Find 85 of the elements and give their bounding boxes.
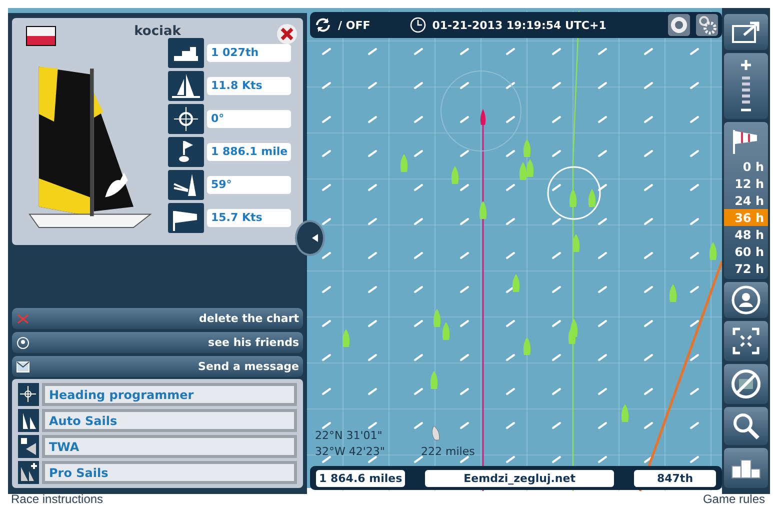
sailboat-icon[interactable]	[342, 329, 350, 347]
latitude-label: 22°N 31'01"	[315, 429, 382, 442]
friends-button[interactable]	[724, 282, 768, 318]
option-button[interactable]: Pro Sails	[42, 461, 297, 484]
flag-icon	[26, 26, 56, 46]
stat-value: 15.7 Kts	[207, 209, 291, 227]
friends-icon	[731, 285, 761, 315]
close-button[interactable]	[277, 24, 297, 44]
sailboat-icon[interactable]	[512, 274, 520, 292]
sailboat-icon[interactable]	[430, 371, 438, 389]
wind-angle-icon	[168, 170, 204, 200]
envelope-icon	[16, 360, 30, 372]
speed-icon	[168, 71, 204, 101]
rank-value: 847th	[634, 470, 716, 486]
sailboat-icon[interactable]	[572, 234, 580, 252]
forecast-time[interactable]: 60 h	[724, 243, 768, 260]
sync-icon[interactable]	[314, 16, 332, 34]
rank-icon	[168, 38, 204, 68]
clock-icon	[410, 17, 426, 33]
people-icon	[16, 336, 30, 348]
stat-value: 11.8 Kts	[207, 77, 291, 95]
sailboat-icon[interactable]	[433, 309, 441, 327]
sailboat-icon[interactable]	[669, 284, 677, 302]
expand-button[interactable]	[724, 14, 768, 50]
podium-button[interactable]	[724, 448, 768, 488]
sailboat-icon[interactable]	[432, 426, 440, 440]
option-button[interactable]: Auto Sails	[42, 409, 297, 432]
zoom-icon	[739, 58, 753, 114]
sailboat-icon[interactable]	[442, 322, 450, 340]
sails-icon	[18, 409, 39, 432]
sails-plus-icon	[18, 461, 39, 484]
stat-value: 0°	[207, 110, 291, 128]
forecast-time[interactable]: 48 h	[724, 226, 768, 243]
forecast-time[interactable]: 72 h	[724, 260, 768, 277]
forecast-time[interactable]: 12 h	[724, 175, 768, 192]
sailboat-icon[interactable]	[568, 326, 576, 344]
sailboat-icon[interactable]	[451, 166, 459, 184]
sailboat-icon[interactable]	[523, 337, 531, 355]
chart-map-drawing[interactable]	[307, 8, 722, 494]
fullscreen-icon	[731, 326, 761, 356]
sailboat-icon[interactable]	[519, 162, 527, 180]
no-message-icon	[730, 368, 762, 400]
forecast-time[interactable]: 0 h	[724, 158, 768, 175]
friends-button[interactable]: see his friends	[12, 332, 303, 353]
expand-icon	[732, 21, 760, 43]
sailboat-icon[interactable]	[523, 139, 531, 157]
total-distance: 1 864.6 miles	[316, 470, 406, 486]
settings-icon[interactable]	[696, 14, 718, 36]
race-instructions-link[interactable]: Race instructions	[11, 492, 104, 506]
distance-label: 222 miles	[421, 445, 475, 458]
sailboat-icon[interactable]	[621, 404, 629, 422]
option-button[interactable]: TWA	[42, 435, 297, 458]
sailboat-icon[interactable]	[588, 189, 596, 207]
search-icon	[731, 411, 761, 441]
game-rules-link[interactable]: Game rules	[702, 492, 765, 506]
sailboat-icon[interactable]	[526, 159, 534, 177]
boat-name: kociak	[134, 24, 181, 39]
sailboat-icon[interactable]	[569, 189, 577, 207]
stat-value: 59°	[207, 176, 291, 194]
fullscreen-button[interactable]	[724, 321, 768, 361]
message-button[interactable]: Send a message	[12, 356, 303, 377]
sailboat-icon[interactable]	[709, 242, 717, 260]
lock-sail-icon	[18, 435, 39, 458]
sailboat-icon[interactable]	[400, 154, 408, 172]
crosshair-icon	[18, 383, 39, 406]
date-time: 01-21-2013 19:19:54 UTC+1	[432, 18, 606, 32]
longitude-label: 32°W 42'23"	[315, 445, 385, 458]
wind-speed-icon	[168, 203, 204, 233]
lifebuoy-icon[interactable]	[668, 14, 690, 36]
distance-icon	[168, 137, 204, 167]
sailboat-icon[interactable]	[479, 201, 487, 219]
stat-value: 1 886.1 mile	[207, 143, 291, 161]
heading-icon	[168, 104, 204, 134]
no-message-button[interactable]	[724, 364, 768, 404]
sailboat-icon[interactable]	[480, 109, 486, 125]
left-arrow-icon	[310, 232, 320, 242]
stat-value: 1 027th	[207, 44, 291, 62]
delete-button[interactable]: delete the chart	[12, 308, 303, 329]
zoom-button[interactable]	[724, 53, 768, 119]
sync-status: / OFF	[338, 18, 370, 32]
option-button[interactable]: Heading programmer	[42, 383, 297, 406]
cross-icon	[16, 312, 30, 324]
forecast-time[interactable]: 24 h	[724, 192, 768, 209]
search-button[interactable]	[724, 407, 768, 445]
player-name: Eemdzi_zegluj.net	[425, 470, 614, 486]
